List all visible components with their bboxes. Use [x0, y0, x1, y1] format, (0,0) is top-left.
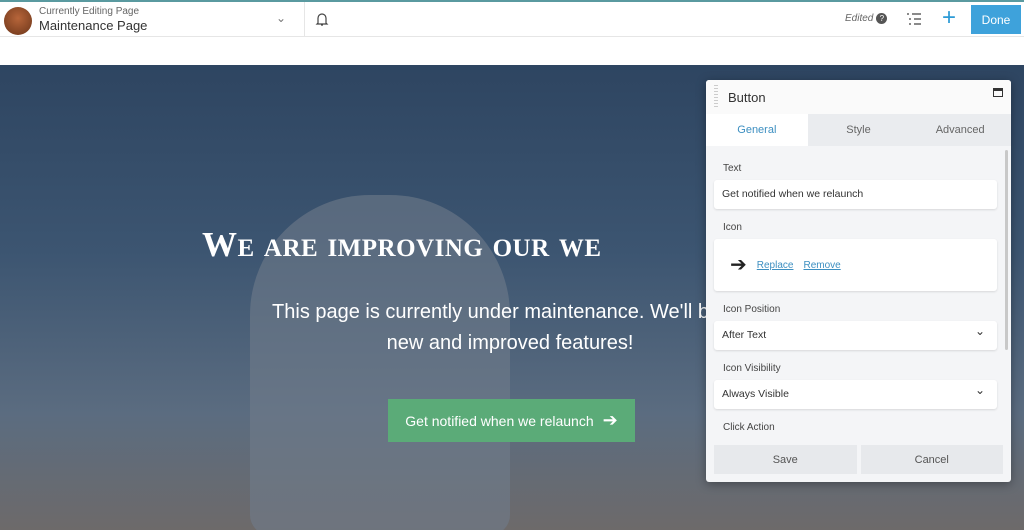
maximize-icon[interactable]	[993, 88, 1003, 97]
panel-body: Text Get notified when we relaunch Icon …	[706, 163, 1011, 434]
page-header-area	[0, 37, 1024, 65]
icon-label: Icon	[723, 222, 742, 233]
divider	[304, 2, 305, 37]
beaver-logo-icon	[4, 7, 32, 35]
text-label: Text	[723, 163, 742, 174]
edited-label: Edited	[845, 13, 874, 24]
icon-position-select[interactable]: After Text	[714, 317, 997, 350]
edited-status: Edited?	[845, 13, 888, 24]
page-title[interactable]: Maintenance Page	[39, 18, 147, 33]
editing-subtitle: Currently Editing Page	[39, 6, 140, 17]
notify-button-label: Get notified when we relaunch	[405, 412, 594, 429]
outline-icon[interactable]	[906, 12, 922, 26]
arrow-right-icon: ➔	[730, 253, 747, 276]
cancel-button[interactable]: Cancel	[860, 445, 1003, 474]
tab-style[interactable]: Style	[808, 114, 910, 146]
remove-link[interactable]: Remove	[803, 251, 840, 280]
icon-visibility-label: Icon Visibility	[723, 363, 781, 374]
panel-footer: Save Cancel	[714, 445, 1003, 474]
button-settings-panel: Button General Style Advanced Text Get n…	[706, 80, 1011, 482]
top-bar: Currently Editing Page Maintenance Page …	[0, 0, 1024, 37]
bell-icon[interactable]	[314, 10, 330, 28]
tab-general[interactable]: General	[706, 114, 808, 146]
tab-advanced[interactable]: Advanced	[909, 114, 1011, 146]
help-icon[interactable]: ?	[876, 13, 888, 24]
notify-button[interactable]: Get notified when we relaunch ➔	[388, 399, 635, 442]
chevron-down-icon[interactable]: ⌄	[276, 11, 286, 25]
done-button[interactable]: Done	[971, 5, 1021, 34]
icon-field: ➔ Replace Remove	[714, 239, 997, 291]
icon-visibility-select[interactable]: Always Visible	[714, 376, 997, 409]
replace-link[interactable]: Replace	[757, 251, 794, 280]
arrow-right-icon: ➔	[602, 410, 618, 430]
hero-heading: We are improving our we	[202, 225, 602, 264]
save-button[interactable]: Save	[714, 445, 857, 474]
drag-handle-icon[interactable]	[714, 85, 718, 109]
panel-tabs: General Style Advanced	[706, 114, 1011, 146]
add-button[interactable]: +	[942, 4, 956, 32]
icon-position-label: Icon Position	[723, 304, 781, 315]
text-input[interactable]: Get notified when we relaunch	[714, 180, 997, 209]
click-action-label: Click Action	[723, 422, 775, 433]
panel-title: Button	[728, 90, 766, 105]
scrollbar[interactable]	[1005, 150, 1008, 350]
panel-header[interactable]: Button	[706, 80, 1011, 114]
